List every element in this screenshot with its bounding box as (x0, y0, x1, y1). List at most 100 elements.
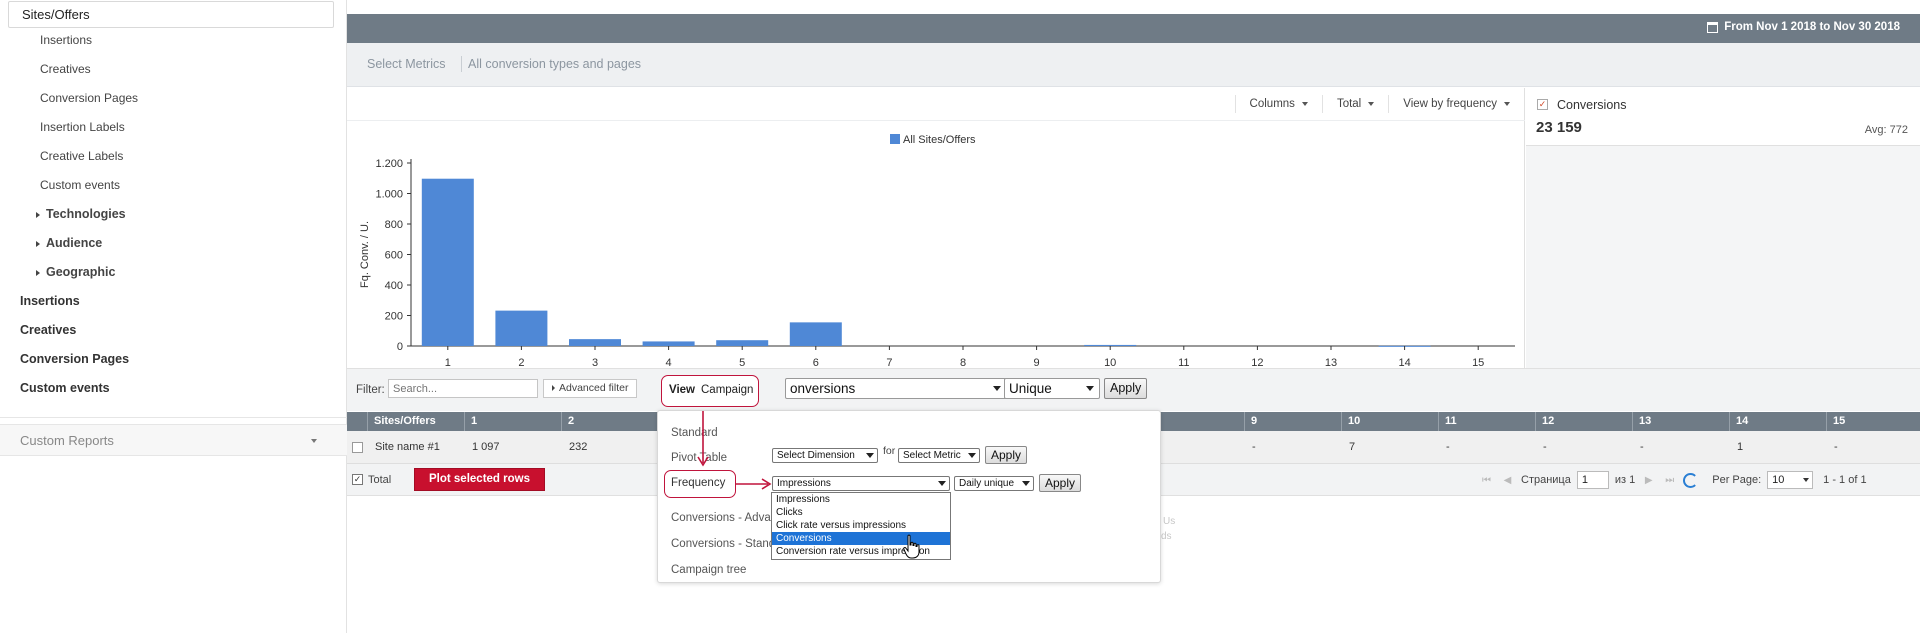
sidebar-item-conversion-pages-sub[interactable]: Conversion Pages (0, 84, 347, 112)
page-count: из 1 (1614, 474, 1636, 486)
column-header-11[interactable]: 11 (1438, 412, 1535, 431)
select-dimension-dropdown[interactable]: Select Dimension (772, 448, 878, 463)
x-tick-label: 5 (739, 357, 745, 367)
daily-unique-value: Daily unique (959, 478, 1015, 489)
frequency-metric-dropdown[interactable]: Impressions (772, 476, 950, 491)
row-cell-14: 1 (1737, 441, 1744, 453)
column-header-15[interactable]: 15 (1826, 412, 1920, 431)
per-page-label: Per Page: (1712, 474, 1762, 486)
chart-panel: Columns Total View by frequency 0 200 400 6… (347, 88, 1525, 368)
sidebar-item-insertions-sub[interactable]: Insertions (0, 26, 347, 54)
option-conversion-rate[interactable]: Conversion rate versus impression (772, 545, 950, 558)
option-impressions[interactable]: Impressions (772, 493, 950, 506)
sidebar-item-label: Custom events (20, 381, 110, 395)
chevron-down-icon (938, 481, 946, 486)
column-header-1[interactable]: 1 (464, 412, 561, 431)
sidebar-item-label: Creatives (20, 323, 77, 337)
plot-selected-rows-button[interactable]: Plot selected rows (414, 468, 545, 491)
sidebar-item-audience[interactable]: Audience (0, 229, 347, 257)
daily-unique-dropdown[interactable]: Daily unique (954, 476, 1034, 491)
select-metric-value: Select Metric (903, 450, 961, 461)
per-page-select[interactable]: 10 (1767, 471, 1814, 489)
x-tick-label: 14 (1398, 357, 1410, 367)
advanced-filter-button[interactable]: Advanced filter (543, 379, 638, 398)
sidebar-item-custom-events[interactable]: Custom events (0, 374, 347, 402)
conversion-types-link[interactable]: All conversion types and pages (468, 57, 641, 71)
conversions-checkbox[interactable]: ✓ (1537, 99, 1548, 110)
per-page-value: 10 (1772, 474, 1785, 486)
chart-bar (1084, 344, 1137, 346)
custom-reports-toggle[interactable]: Custom Reports (0, 424, 347, 456)
sidebar-item-creatives-sub[interactable]: Creatives (0, 55, 347, 83)
filter-bar: Filter: Advanced filter ViewCampaign tre… (347, 368, 1920, 425)
total-dropdown[interactable]: Total (1321, 95, 1388, 113)
view-option-frequency[interactable]: Frequency (664, 470, 736, 498)
select-metrics-link[interactable]: Select Metrics (367, 57, 446, 71)
column-header-14[interactable]: 14 (1729, 412, 1826, 431)
y-tick-label: 200 (385, 311, 403, 323)
sidebar: Sites/Offers Insertions Creatives Conver… (0, 0, 347, 633)
x-tick-label: 4 (666, 357, 672, 367)
stat-label: Conversions (1557, 98, 1627, 112)
sidebar-item-creative-labels[interactable]: Creative Labels (0, 142, 347, 170)
frequency-metric-value: Impressions (777, 478, 831, 489)
sidebar-item-technologies[interactable]: Technologies (0, 200, 347, 228)
sidebar-item-sites-offers[interactable]: Sites/Offers (8, 1, 334, 28)
view-by-dropdown[interactable]: View by frequency (1388, 95, 1524, 113)
sidebar-item-label: Custom events (40, 178, 121, 192)
date-range-picker[interactable]: From Nov 1 2018 to Nov 30 2018 (1707, 21, 1900, 33)
caret-down-icon (311, 439, 317, 443)
pivot-apply-button[interactable]: Apply (985, 446, 1028, 464)
x-tick-label: 1 (445, 357, 451, 367)
sidebar-item-label: Insertions (20, 294, 80, 308)
columns-dropdown[interactable]: Columns (1234, 95, 1322, 113)
option-click-rate[interactable]: Click rate versus impressions (772, 519, 950, 532)
view-option-pivot-table[interactable]: Pivot Table (671, 452, 727, 464)
sidebar-item-custom-events-sub[interactable]: Custom events (0, 171, 347, 199)
view-option-campaign-tree[interactable]: Campaign tree (671, 564, 746, 576)
sidebar-item-geographic[interactable]: Geographic (0, 258, 347, 286)
row-checkbox[interactable] (352, 442, 363, 453)
stat-average: Avg: 772 (1864, 124, 1908, 136)
column-header-12[interactable]: 12 (1535, 412, 1632, 431)
next-page-icon[interactable]: ▶ (1641, 473, 1656, 488)
sidebar-item-creatives[interactable]: Creatives (0, 316, 347, 344)
sidebar-item-conversion-pages[interactable]: Conversion Pages (0, 345, 347, 373)
column-header-10[interactable]: 10 (1341, 412, 1438, 431)
refresh-icon[interactable] (1683, 472, 1699, 488)
last-page-icon[interactable]: ⏭ (1662, 473, 1677, 488)
metric-select[interactable]: onversions (785, 378, 1007, 399)
view-by-label: View by frequency (1403, 98, 1497, 110)
sidebar-item-insertion-labels[interactable]: Insertion Labels (0, 113, 347, 141)
calendar-icon (1707, 21, 1719, 33)
view-option-conversions-standard[interactable]: Conversions - Stand (671, 538, 775, 550)
select-metric-dropdown[interactable]: Select Metric (898, 448, 980, 463)
first-page-icon[interactable]: ⏮ (1479, 473, 1494, 488)
sidebar-item-insertions[interactable]: Insertions (0, 287, 347, 315)
apply-button[interactable]: Apply (1104, 378, 1148, 399)
view-option-conversions-advanced[interactable]: Conversions - Advan (671, 512, 777, 524)
view-option-standard[interactable]: Standard (671, 427, 718, 439)
x-tick-label: 8 (960, 357, 966, 367)
column-header-9[interactable]: 9 (1244, 412, 1341, 431)
unique-select[interactable]: Unique (1004, 378, 1100, 399)
total-checkbox[interactable]: ✓ (352, 474, 363, 485)
column-header-2[interactable]: 2 (561, 412, 658, 431)
frequency-metric-options: Impressions Clicks Click rate versus imp… (771, 492, 951, 560)
view-dropdown-button[interactable]: ViewCampaign tree (661, 375, 759, 425)
row-cell-11: - (1446, 441, 1450, 453)
filter-search-input[interactable] (388, 379, 538, 398)
prev-page-icon[interactable]: ◀ (1500, 473, 1515, 488)
option-conversions[interactable]: Conversions (772, 532, 950, 545)
stats-panel: ✓ Conversions 23 159 Avg: 772 (1526, 88, 1920, 368)
column-header-13[interactable]: 13 (1632, 412, 1729, 431)
x-tick-label: 12 (1251, 357, 1263, 367)
page-input[interactable]: 1 (1576, 471, 1609, 489)
option-clicks[interactable]: Clicks (772, 506, 950, 519)
frequency-apply-button[interactable]: Apply (1039, 474, 1082, 492)
sidebar-item-label: Creatives (40, 62, 91, 76)
column-header-sites-offers[interactable]: Sites/Offers (367, 412, 464, 431)
hand-cursor-icon (903, 534, 920, 559)
metrics-bar: Select Metrics All conversion types and … (347, 43, 1920, 87)
sidebar-item-label: Conversion Pages (40, 91, 139, 105)
